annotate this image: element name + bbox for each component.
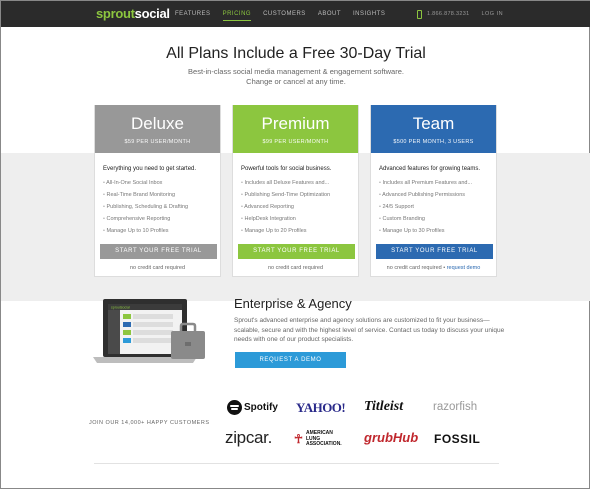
feature-item: Custom Branding <box>379 213 496 225</box>
feature-item: Advanced Reporting <box>241 201 358 213</box>
lung-wordmark: AMERICAN LUNG ASSOCIATION. <box>305 430 342 448</box>
feature-item: Manage Up to 30 Profiles <box>379 225 496 237</box>
logo-text-sprout: sprout <box>96 6 135 21</box>
subtitle-line-2: Change or cancel at any time. <box>246 77 346 86</box>
no-credit-card-note: no credit card required <box>129 265 186 271</box>
feature-item: Real-Time Brand Monitoring <box>103 189 220 201</box>
start-trial-button-deluxe[interactable]: START YOUR FREE TRIAL <box>100 244 217 259</box>
nav-link-features[interactable]: FEATURES <box>175 1 211 27</box>
no-credit-card-note: no credit card required <box>267 265 324 271</box>
customers-label: JOIN OUR 14,000+ HAPPY CUSTOMERS <box>89 420 210 426</box>
plan-name: Team <box>412 114 455 133</box>
nav-link-insights[interactable]: INSIGHTS <box>353 1 385 27</box>
plan-features: All-In-One Social Inbox Real-Time Brand … <box>103 177 220 237</box>
plan-name: Deluxe <box>131 114 184 133</box>
screen-row <box>133 314 173 319</box>
request-demo-button[interactable]: REQUEST A DEMO <box>235 352 346 368</box>
top-nav: sproutsocial FEATURES PRICING CUSTOMERS … <box>1 1 590 27</box>
feature-item: Publishing Send-Time Optimization <box>241 189 358 201</box>
feature-item: Manage Up to 10 Profiles <box>103 225 220 237</box>
start-trial-button-premium[interactable]: START YOUR FREE TRIAL <box>238 244 355 259</box>
logo-text-social: social <box>134 6 170 21</box>
feature-item: Advanced Publishing Permissions <box>379 189 496 201</box>
feature-item: Manage Up to 20 Profiles <box>241 225 358 237</box>
enterprise-description: Sprout's advanced enterprise and agency … <box>234 317 505 343</box>
feature-item: Comprehensive Reporting <box>103 213 220 225</box>
plan-price: $59 PER USER/MONTH <box>124 139 191 145</box>
plan-features: Includes all Deluxe Features and... Publ… <box>241 177 358 237</box>
briefcase-latch <box>185 342 191 346</box>
plan-header: Team $500 PER MONTH, 3 USERS <box>371 105 496 153</box>
nav-link-customers[interactable]: CUSTOMERS <box>263 1 306 27</box>
plan-price: $99 PER USER/MONTH <box>262 139 329 145</box>
request-demo-link[interactable]: request demo <box>447 265 481 271</box>
spotify-icon <box>227 400 242 415</box>
plan-header: Premium $99 PER USER/MONTH <box>233 105 358 153</box>
plan-lead: Powerful tools for social business. <box>241 166 332 172</box>
yahoo-logo: YAHOO! <box>296 400 346 415</box>
screen-row <box>133 322 173 327</box>
plan-features: Includes all Premium Features and... Adv… <box>379 177 496 237</box>
page-subtitle: Best-in-class social media management & … <box>1 67 590 87</box>
feature-item: Includes all Deluxe Features and... <box>241 177 358 189</box>
screen-row-icon <box>123 330 131 335</box>
plan-header: Deluxe $59 PER USER/MONTH <box>95 105 220 153</box>
screen-row-icon <box>123 322 131 327</box>
plan-card-deluxe: Deluxe $59 PER USER/MONTH Everything you… <box>94 105 221 277</box>
titleist-logo: Titleist <box>364 399 404 414</box>
enterprise-title: Enterprise & Agency <box>234 296 352 311</box>
plan-name: Premium <box>261 114 330 133</box>
lung-cross-icon: ☥ <box>294 431 303 446</box>
lung-text-3: ASSOCIATION. <box>305 441 342 447</box>
screen-row-icon <box>123 338 131 343</box>
nav-link-about[interactable]: ABOUT <box>318 1 341 27</box>
plan-card-team: Team $500 PER MONTH, 3 USERS Advanced fe… <box>370 105 497 277</box>
screen-row <box>133 338 173 343</box>
plan-note: no credit card required <box>95 265 220 271</box>
phone-icon <box>417 9 422 19</box>
plan-lead: Everything you need to get started. <box>103 166 197 172</box>
feature-item: 24/5 Support <box>379 201 496 213</box>
screen-row <box>133 330 173 335</box>
plan-lead: Advanced features for growing teams. <box>379 166 481 172</box>
american-lung-association-logo: ☥ AMERICAN LUNG ASSOCIATION. <box>294 430 342 448</box>
phone-number[interactable]: 1.866.878.3231 <box>427 11 469 17</box>
screen-brand: sproutsocial <box>111 306 130 310</box>
razorfish-logo: razorfish <box>433 401 478 413</box>
spotify-wordmark: Spotify <box>244 402 278 413</box>
laptop-briefcase-illustration: sproutsocial <box>93 299 205 363</box>
nav-links: FEATURES PRICING CUSTOMERS ABOUT INSIGHT… <box>175 1 397 27</box>
plan-note: no credit card required <box>233 265 358 271</box>
zipcar-logo: zipcar. <box>225 428 273 447</box>
start-trial-button-team[interactable]: START YOUR FREE TRIAL <box>376 244 493 259</box>
feature-item: Includes all Premium Features and... <box>379 177 496 189</box>
feature-item: HelpDesk Integration <box>241 213 358 225</box>
login-link[interactable]: LOG IN <box>481 11 503 17</box>
no-credit-card-note: no credit card required • <box>386 265 447 271</box>
plan-price: $500 PER MONTH, 3 USERS <box>393 139 474 145</box>
plan-note: no credit card required • request demo <box>371 265 496 271</box>
screen-sidebar <box>108 310 120 354</box>
sproutsocial-logo[interactable]: sproutsocial <box>96 6 170 21</box>
nav-right: 1.866.878.3231 LOG IN <box>417 1 503 27</box>
nav-link-pricing[interactable]: PRICING <box>222 1 252 27</box>
screen-row-icon <box>123 314 131 319</box>
page-title: All Plans Include a Free 30-Day Trial <box>166 45 426 62</box>
plan-card-premium: Premium $99 PER USER/MONTH Powerful tool… <box>232 105 359 277</box>
feature-item: Publishing, Scheduling & Drafting <box>103 201 220 213</box>
spotify-logo: Spotify <box>227 400 278 415</box>
fossil-logo: FOSSIL <box>434 432 481 446</box>
subtitle-line-1: Best-in-class social media management & … <box>188 67 404 76</box>
feature-item: All-In-One Social Inbox <box>103 177 220 189</box>
bottom-divider <box>94 463 499 464</box>
grubhub-logo: grubHub <box>364 430 419 445</box>
